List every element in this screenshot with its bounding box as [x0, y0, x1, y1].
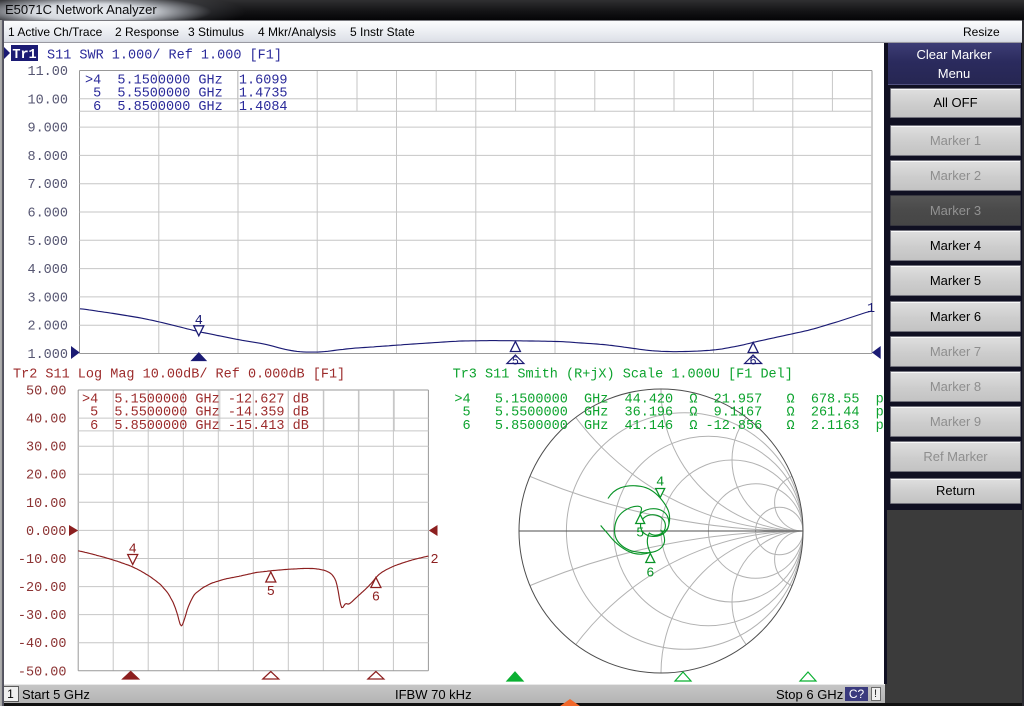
svg-text:-10.00: -10.00 — [18, 553, 67, 568]
svg-text:5.000: 5.000 — [27, 235, 68, 250]
svg-text:7.000: 7.000 — [27, 178, 68, 193]
svg-text:2.000: 2.000 — [27, 320, 68, 335]
svg-text:-20.00: -20.00 — [18, 581, 67, 596]
svg-text:6 5.8500000 GHz -15.413 dB: 6 5.8500000 GHz -15.413 dB — [82, 419, 309, 434]
svg-text:6 5.8500000 GHz 41.146 Ω: 6 5.8500000 GHz 41.146 Ω -12.856 Ω 2.116… — [454, 419, 891, 434]
svg-text:6 5.8500000 GHz 1.4084: 6 5.8500000 GHz 1.4084 — [85, 100, 288, 115]
svg-text:5: 5 — [636, 527, 644, 542]
svg-text:-50.00: -50.00 — [18, 665, 67, 680]
svg-text:2: 2 — [431, 553, 439, 568]
svg-text:5: 5 — [267, 585, 275, 600]
svg-text:Tr3 S11 Smith (R+jX) Scale 1.0: Tr3 S11 Smith (R+jX) Scale 1.000U [F1 De… — [453, 368, 793, 383]
svg-text:40.00: 40.00 — [26, 413, 67, 428]
svg-text:Tr1: Tr1 — [12, 48, 36, 63]
svg-text:6: 6 — [646, 567, 654, 582]
svg-text:8.000: 8.000 — [27, 150, 68, 165]
svg-text:1.000: 1.000 — [27, 348, 68, 363]
svg-text:Tr2 S11 Log Mag 10.00dB/ Ref 0: Tr2 S11 Log Mag 10.00dB/ Ref 0.000dB [F1… — [13, 368, 345, 383]
svg-text:-30.00: -30.00 — [18, 609, 67, 624]
svg-text:10.00: 10.00 — [26, 497, 67, 512]
svg-text:5: 5 — [512, 355, 519, 369]
svg-text:S11 SWR 1.000/ Ref 1.000 [F1]: S11 SWR 1.000/ Ref 1.000 [F1] — [47, 49, 282, 64]
svg-text:50.00: 50.00 — [26, 385, 67, 400]
svg-text:9.000: 9.000 — [27, 122, 68, 137]
svg-text:-40.00: -40.00 — [18, 637, 67, 652]
svg-text:3.000: 3.000 — [27, 291, 68, 306]
svg-text:6: 6 — [749, 355, 756, 369]
svg-text:30.00: 30.00 — [26, 441, 67, 456]
svg-text:11.00: 11.00 — [27, 65, 68, 80]
svg-text:1: 1 — [867, 302, 875, 317]
svg-text:20.00: 20.00 — [26, 469, 67, 484]
svg-text:6.000: 6.000 — [27, 207, 68, 222]
svg-text:0.000: 0.000 — [26, 525, 67, 540]
svg-text:10.00: 10.00 — [27, 93, 68, 108]
svg-text:6: 6 — [372, 591, 380, 606]
svg-text:4.000: 4.000 — [27, 263, 68, 278]
